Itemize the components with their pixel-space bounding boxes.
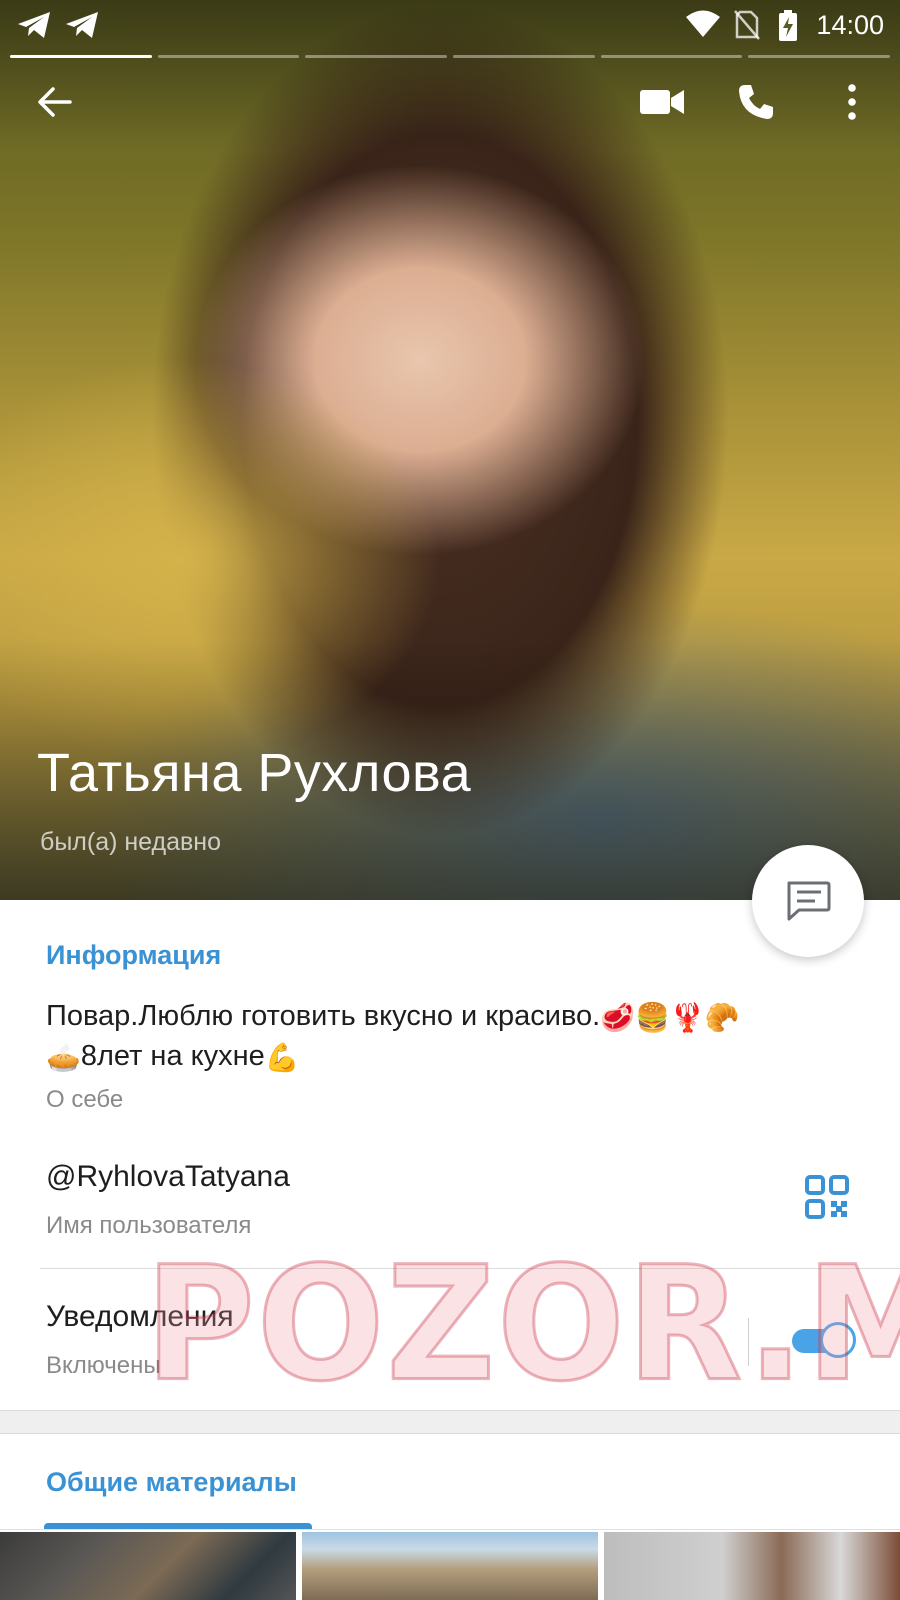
pie-emoji: 🥧 xyxy=(46,1042,81,1073)
profile-name: Татьяна Рухлова xyxy=(37,743,472,803)
muscle-emoji: 💪 xyxy=(264,1042,300,1073)
video-camera-icon xyxy=(640,90,684,114)
send-message-button[interactable] xyxy=(752,845,864,957)
media-thumbnail-3[interactable] xyxy=(604,1532,900,1600)
progress-segment xyxy=(453,55,595,58)
wifi-icon xyxy=(686,10,720,37)
qr-code-icon[interactable] xyxy=(805,1175,849,1219)
photo-progress-bar xyxy=(10,55,891,59)
bio-line2: 8лет на кухне xyxy=(80,1040,265,1072)
progress-segment xyxy=(305,55,448,58)
bio-text[interactable]: Повар.Люблю готовить вкусно и красиво.🥩🍔… xyxy=(46,997,846,1077)
arrow-back-icon xyxy=(38,87,72,117)
more-button[interactable] xyxy=(826,76,878,128)
telegram-icon xyxy=(18,12,50,38)
progress-segment xyxy=(10,55,152,58)
status-bar: 14:00 xyxy=(0,0,900,50)
phone-icon xyxy=(739,85,773,119)
telegram-icon xyxy=(66,12,98,38)
last-seen-status: был(а) недавно xyxy=(40,828,222,856)
no-sim-icon xyxy=(734,10,760,40)
username[interactable]: @RyhlovaTatyana xyxy=(46,1160,290,1194)
shared-media-tab[interactable]: Общие материалы xyxy=(46,1467,297,1498)
status-time: 14:00 xyxy=(816,10,884,40)
lobster-emoji: 🦞 xyxy=(669,1002,705,1033)
progress-segment xyxy=(600,55,743,58)
message-icon xyxy=(787,881,831,921)
video-call-button[interactable] xyxy=(636,76,688,128)
tabs-divider xyxy=(0,1529,900,1530)
bio-label: О себе xyxy=(46,1086,124,1113)
notifications-state: Включены xyxy=(46,1352,161,1379)
call-button[interactable] xyxy=(730,76,782,128)
burger-emoji: 🍔 xyxy=(635,1002,670,1033)
more-vertical-icon xyxy=(848,84,856,120)
media-thumbnail-1[interactable] xyxy=(0,1532,296,1600)
battery-charging-icon xyxy=(779,10,797,41)
croissant-emoji: 🥐 xyxy=(704,1002,740,1033)
bio-line1: Повар.Люблю готовить вкусно и красиво. xyxy=(46,1000,601,1032)
media-thumbnail-2[interactable] xyxy=(302,1532,598,1600)
progress-segment xyxy=(157,55,300,58)
back-button[interactable] xyxy=(28,76,80,128)
progress-segment xyxy=(748,55,891,58)
steak-emoji: 🥩 xyxy=(600,1002,636,1033)
watermark: POZOR.ME xyxy=(144,1233,900,1417)
info-section-title: Информация xyxy=(46,940,222,970)
